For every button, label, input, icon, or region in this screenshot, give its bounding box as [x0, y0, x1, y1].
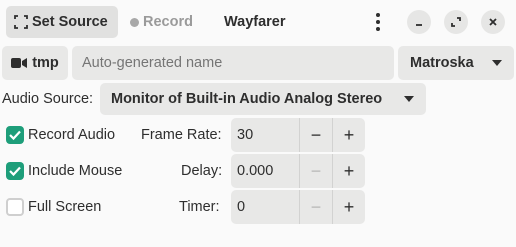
- delay-decrease-button[interactable]: −: [299, 154, 332, 188]
- include-mouse-label: Include Mouse: [28, 163, 123, 179]
- record-audio-checkbox[interactable]: [6, 126, 24, 144]
- timer-decrease-button[interactable]: −: [299, 190, 332, 224]
- timer-value[interactable]: 0: [231, 190, 299, 224]
- filename-input[interactable]: [72, 46, 394, 80]
- timer-label: Timer:: [179, 199, 220, 215]
- frame-rate-label: Frame Rate:: [141, 127, 222, 143]
- delay-increase-button[interactable]: +: [332, 154, 365, 188]
- window-title: Wayfarer: [224, 14, 286, 30]
- maximize-button[interactable]: [444, 10, 468, 34]
- minimize-icon: [416, 24, 422, 26]
- menu-button[interactable]: [366, 10, 390, 34]
- screen-selection-icon: [14, 15, 28, 29]
- plus-icon: +: [343, 124, 355, 145]
- minimize-button[interactable]: [407, 10, 431, 34]
- plus-icon: +: [343, 196, 355, 217]
- plus-icon: +: [343, 160, 355, 181]
- tab-record[interactable]: Record: [122, 6, 208, 38]
- timer-increase-button[interactable]: +: [332, 190, 365, 224]
- audio-source-dropdown[interactable]: Monitor of Built-in Audio Analog Stereo: [100, 83, 426, 115]
- folder-button[interactable]: tmp: [2, 46, 68, 80]
- chevron-down-icon: [404, 96, 414, 102]
- format-value: Matroska: [410, 55, 474, 71]
- record-audio-label: Record Audio: [28, 127, 116, 143]
- checkmark-icon: [9, 130, 21, 141]
- timer-spinbutton[interactable]: 0 − +: [231, 190, 365, 224]
- minus-icon: −: [310, 124, 322, 145]
- chevron-down-icon: [492, 60, 502, 66]
- frame-rate-decrease-button[interactable]: −: [299, 118, 332, 152]
- audio-source-label: Audio Source:: [2, 91, 94, 107]
- delay-value[interactable]: 0.000: [231, 154, 299, 188]
- frame-rate-value[interactable]: 30: [231, 118, 299, 152]
- format-dropdown[interactable]: Matroska: [398, 46, 514, 80]
- tab-record-label: Record: [143, 14, 193, 30]
- more-icon: [376, 13, 380, 31]
- maximize-icon: [451, 17, 461, 27]
- tab-set-source-label: Set Source: [32, 14, 108, 30]
- frame-rate-increase-button[interactable]: +: [332, 118, 365, 152]
- minus-icon: −: [310, 160, 322, 181]
- close-button[interactable]: [481, 10, 505, 34]
- folder-label: tmp: [32, 55, 59, 71]
- full-screen-checkbox[interactable]: [6, 198, 24, 216]
- full-screen-label: Full Screen: [28, 199, 102, 215]
- delay-label: Delay:: [181, 163, 223, 179]
- checkmark-icon: [9, 166, 21, 177]
- frame-rate-spinbutton[interactable]: 30 − +: [231, 118, 365, 152]
- tab-set-source[interactable]: Set Source: [6, 6, 118, 38]
- camera-icon: [11, 58, 28, 68]
- delay-spinbutton[interactable]: 0.000 − +: [231, 154, 365, 188]
- audio-source-value: Monitor of Built-in Audio Analog Stereo: [111, 91, 383, 107]
- close-icon: [489, 18, 497, 26]
- record-dot-icon: [130, 17, 139, 27]
- minus-icon: −: [310, 196, 322, 217]
- include-mouse-checkbox[interactable]: [6, 162, 24, 180]
